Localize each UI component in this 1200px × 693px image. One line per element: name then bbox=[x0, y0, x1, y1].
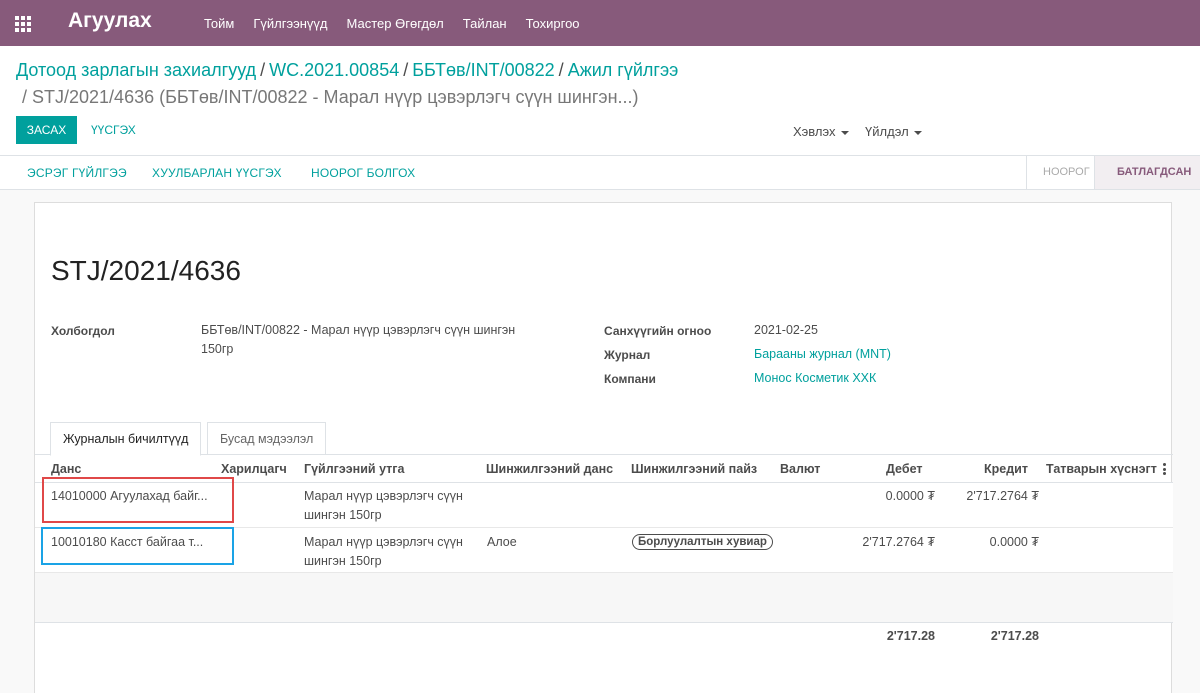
col-analytic-account[interactable]: Шинжилгээний данс bbox=[486, 462, 613, 476]
col-partner[interactable]: Харилцагч bbox=[221, 462, 287, 476]
apps-grid-icon[interactable] bbox=[12, 13, 32, 33]
date-label: Санхүүгийн огноо bbox=[604, 324, 712, 338]
app-brand[interactable]: Агуулах bbox=[68, 9, 152, 33]
analytic-tag-badge: Борлуулалтын хувиар bbox=[632, 534, 773, 550]
col-debit[interactable]: Дебет bbox=[886, 462, 922, 476]
menu-item-master-data[interactable]: Мастер Өгөгдөл bbox=[347, 16, 444, 31]
cell-credit: 2'717.2764 ₮ bbox=[966, 489, 1039, 503]
breadcrumb-current-label: STJ/2021/4636 (ББТөв/INT/00822 - Марал н… bbox=[32, 87, 639, 107]
col-credit[interactable]: Кредит bbox=[984, 462, 1028, 476]
stage-posted[interactable]: БАТЛАГДСАН bbox=[1094, 156, 1200, 189]
col-analytic-tags[interactable]: Шинжилгээний пайз bbox=[631, 462, 757, 476]
menu-item-settings[interactable]: Тохиргоо bbox=[526, 16, 580, 31]
breadcrumb: Дотоод зарлагын захиалгууд / WC.2021.00854… bbox=[16, 60, 679, 80]
breadcrumb-item-int[interactable]: ББТөв/INT/00822 bbox=[412, 60, 554, 80]
col-label[interactable]: Гүйлгээний утга bbox=[304, 462, 404, 476]
control-panel: Дотоод зарлагын захиалгууд / WC.2021.00854… bbox=[0, 46, 1200, 156]
company-label: Компани bbox=[604, 372, 656, 386]
duplicate-button[interactable]: ХУУЛБАРЛАН ҮҮСГЭХ bbox=[152, 166, 282, 180]
optional-columns-icon[interactable] bbox=[1163, 463, 1166, 475]
create-button[interactable]: ҮҮСГЭХ bbox=[91, 123, 136, 137]
form-sheet: STJ/2021/4636 Холбогдол ББТөв/INT/00822 … bbox=[34, 202, 1173, 693]
menu-item-overview[interactable]: Тойм bbox=[204, 16, 234, 31]
breadcrumb-current: / STJ/2021/4636 (ББТөв/INT/00822 - Марал… bbox=[22, 87, 639, 107]
stage-pipeline: НООРОГ БАТЛАГДСАН bbox=[1026, 156, 1200, 189]
tab-journal-items[interactable]: Журналын бичилтүүд bbox=[50, 422, 202, 456]
reference-label: Холбогдол bbox=[51, 324, 115, 338]
record-title: STJ/2021/4636 bbox=[51, 255, 241, 286]
breadcrumb-item-internal-orders[interactable]: Дотоод зарлагын захиалгууд bbox=[16, 60, 256, 80]
notebook-tabs: Журналын бичилтүүд Бусад мэдээлэл bbox=[35, 422, 1173, 456]
stage-draft[interactable]: НООРОГ bbox=[1026, 156, 1094, 189]
print-dropdown[interactable]: Хэвлэх bbox=[793, 124, 849, 139]
tab-other-info[interactable]: Бусад мэдээлэл bbox=[207, 422, 327, 455]
status-bar: ЭСРЭГ ГҮЙЛГЭЭ ХУУЛБАРЛАН ҮҮСГЭХ НООРОГ Б… bbox=[0, 156, 1200, 190]
cell-credit: 0.0000 ₮ bbox=[989, 535, 1039, 549]
col-currency[interactable]: Валют bbox=[780, 462, 820, 476]
main-menu: Тойм Гүйлгээнүүд Мастер Өгөгдөл Тайлан Т… bbox=[204, 0, 599, 46]
print-dropdown-label: Хэвлэх bbox=[793, 124, 836, 139]
action-dropdown-label: Үйлдэл bbox=[865, 124, 909, 139]
date-value: 2021-02-25 bbox=[754, 323, 818, 337]
reset-to-draft-button[interactable]: НООРОГ БОЛГОХ bbox=[311, 166, 415, 180]
cell-debit: 2'717.2764 ₮ bbox=[862, 535, 935, 549]
menu-item-reports[interactable]: Тайлан bbox=[463, 16, 507, 31]
highlight-box-red bbox=[42, 477, 234, 523]
journal-label: Журнал bbox=[604, 348, 651, 362]
table-row-empty bbox=[35, 573, 1173, 598]
col-tax-grid[interactable]: Татварын хүснэгт bbox=[1046, 462, 1157, 476]
cell-label: Марал нүүр цэвэрлэгч сүүн шингэн 150гр bbox=[304, 489, 463, 522]
total-debit: 2'717.28 bbox=[886, 629, 935, 643]
cell-analytic-account: Алое bbox=[487, 535, 517, 549]
reference-value: ББТөв/INT/00822 - Марал нүүр цэвэрлэгч с… bbox=[201, 323, 516, 356]
menu-item-transactions[interactable]: Гүйлгээнүүд bbox=[253, 16, 327, 31]
reverse-entry-button[interactable]: ЭСРЭГ ГҮЙЛГЭЭ bbox=[27, 166, 127, 180]
highlight-box-blue bbox=[41, 527, 234, 565]
cell-label: Марал нүүр цэвэрлэгч сүүн шингэн 150гр bbox=[304, 535, 463, 568]
company-link[interactable]: Монос Косметик ХХК bbox=[754, 369, 876, 388]
breadcrumb-item-journal-entries[interactable]: Ажил гүйлгээ bbox=[568, 60, 679, 80]
col-account[interactable]: Данс bbox=[51, 462, 81, 476]
total-credit: 2'717.28 bbox=[990, 629, 1039, 643]
caret-down-icon bbox=[840, 130, 849, 135]
caret-down-icon bbox=[913, 130, 922, 135]
edit-button[interactable]: ЗАСАХ bbox=[16, 116, 77, 144]
journal-link[interactable]: Барааны журнал (MNT) bbox=[754, 345, 891, 364]
breadcrumb-item-wc[interactable]: WC.2021.00854 bbox=[269, 60, 399, 80]
table-row-empty bbox=[35, 598, 1173, 623]
action-dropdown[interactable]: Үйлдэл bbox=[865, 124, 922, 139]
cell-debit: 0.0000 ₮ bbox=[885, 489, 935, 503]
top-navbar: Агуулах Тойм Гүйлгээнүүд Мастер Өгөгдөл … bbox=[0, 0, 1200, 46]
